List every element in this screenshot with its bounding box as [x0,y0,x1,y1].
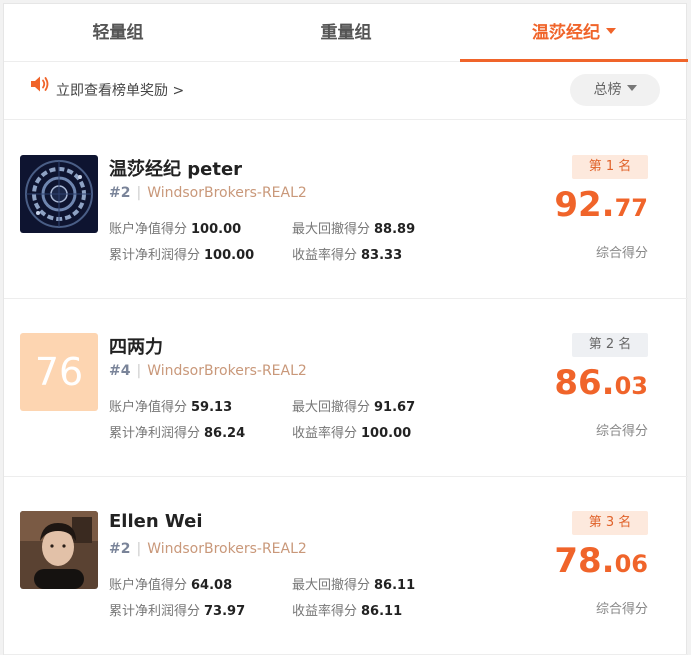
tab-heavy-group[interactable]: 重量组 [232,4,460,62]
broker-server: WindsorBrokers-REAL2 [147,541,307,557]
group-tabs: 轻量组 重量组 温莎经纪 [4,4,688,62]
equity-score-value: 100.00 [191,222,242,237]
composite-score-label: 综合得分 [595,246,648,261]
return-score-label: 收益率得分 [292,426,358,441]
equity-score-label: 账户净值得分 [109,400,188,415]
group-rank: #2 [109,185,131,201]
score-integer: 78. [554,541,615,581]
ranking-item[interactable]: 温莎经纪 peter #2 | WindsorBrokers-REAL2 账户净值得… [4,121,688,299]
trader-meta: #2 | WindsorBrokers-REAL2 [109,185,307,201]
view-rewards-link[interactable]: 立即查看榜单奖励 > [30,62,184,120]
board-select-label: 总榜 [593,82,622,98]
composite-score: 78.06 [554,541,648,581]
chevron-down-icon [606,28,616,34]
drawdown-score-label: 最大回撤得分 [292,400,371,415]
score-integer: 92. [554,185,615,225]
score-decimal: 03 [614,372,648,400]
trader-name: 四两力 [109,337,163,358]
avatar: 76 [20,333,98,411]
composite-score-label: 综合得分 [595,424,648,439]
tab-light-group[interactable]: 轻量组 [4,4,232,62]
return-score-label: 收益率得分 [292,604,358,619]
broker-server: WindsorBrokers-REAL2 [147,185,307,201]
drawdown-score-label: 最大回撤得分 [292,578,371,593]
group-rank: #4 [109,363,131,379]
return-score-label: 收益率得分 [292,248,358,263]
return-score-value: 86.11 [361,604,403,619]
composite-score: 86.03 [554,363,648,403]
notice-bar: 立即查看榜单奖励 > 总榜 [4,62,688,120]
broker-server: WindsorBrokers-REAL2 [147,363,307,379]
equity-score-value: 59.13 [191,400,233,415]
profit-score: 累计净利润得分 73.97 [109,600,245,619]
profit-score: 累计净利润得分 100.00 [109,244,254,263]
avatar [20,511,98,589]
composite-score: 92.77 [554,185,648,225]
view-rewards-text: 立即查看榜单奖励 > [56,83,185,99]
trader-meta: #2 | WindsorBrokers-REAL2 [109,541,307,557]
divider: | [136,363,142,379]
speaker-icon [30,60,50,118]
divider: | [136,541,142,557]
trader-meta: #4 | WindsorBrokers-REAL2 [109,363,307,379]
place-badge: 第 1 名 [572,155,648,179]
trader-name: Ellen Wei [109,511,203,532]
equity-score: 账户净值得分 59.13 [109,396,232,415]
tab-windsor-broker[interactable]: 温莎经纪 [460,4,688,62]
profit-score-label: 累计净利润得分 [109,426,201,441]
chevron-down-icon [626,85,637,91]
return-score: 收益率得分 83.33 [292,244,402,263]
equity-score-value: 64.08 [191,578,233,593]
equity-score: 账户净值得分 64.08 [109,574,232,593]
equity-score-label: 账户净值得分 [109,222,188,237]
drawdown-score: 最大回撤得分 88.89 [292,218,415,237]
return-score-value: 100.00 [361,426,412,441]
ranking-item[interactable]: 76 四两力 #4 | WindsorBrokers-REAL2 账户净值得分 59.… [4,299,688,477]
profit-score: 累计净利润得分 86.24 [109,422,245,441]
drawdown-score: 最大回撤得分 91.67 [292,396,415,415]
profit-score-value: 73.97 [204,604,246,619]
tab-windsor-broker-label: 温莎经纪 [532,23,600,43]
ranking-panel: 轻量组 重量组 温莎经纪 立即查看榜单奖励 > 总榜 温莎经纪 peter #2… [3,3,688,655]
return-score: 收益率得分 100.00 [292,422,411,441]
composite-score-label: 综合得分 [595,602,648,617]
profit-score-value: 100.00 [204,248,255,263]
drawdown-score-label: 最大回撤得分 [292,222,371,237]
drawdown-score-value: 91.67 [374,400,416,415]
divider: | [136,185,142,201]
return-score-value: 83.33 [361,248,403,263]
equity-score-label: 账户净值得分 [109,578,188,593]
return-score: 收益率得分 86.11 [292,600,402,619]
score-decimal: 06 [614,550,648,578]
drawdown-score: 最大回撤得分 86.11 [292,574,415,593]
score-decimal: 77 [614,194,648,222]
equity-score: 账户净值得分 100.00 [109,218,241,237]
ranking-item[interactable]: Ellen Wei #2 | WindsorBrokers-REAL2 账户净值得分… [4,477,688,655]
drawdown-score-value: 86.11 [374,578,416,593]
place-badge: 第 2 名 [572,333,648,357]
board-select[interactable]: 总榜 [570,74,660,106]
score-integer: 86. [554,363,615,403]
avatar [20,155,98,233]
profit-score-label: 累计净利润得分 [109,248,201,263]
profit-score-value: 86.24 [204,426,246,441]
trader-name: 温莎经纪 peter [109,159,243,180]
profit-score-label: 累计净利润得分 [109,604,201,619]
group-rank: #2 [109,541,131,557]
drawdown-score-value: 88.89 [374,222,416,237]
place-badge: 第 3 名 [572,511,648,535]
